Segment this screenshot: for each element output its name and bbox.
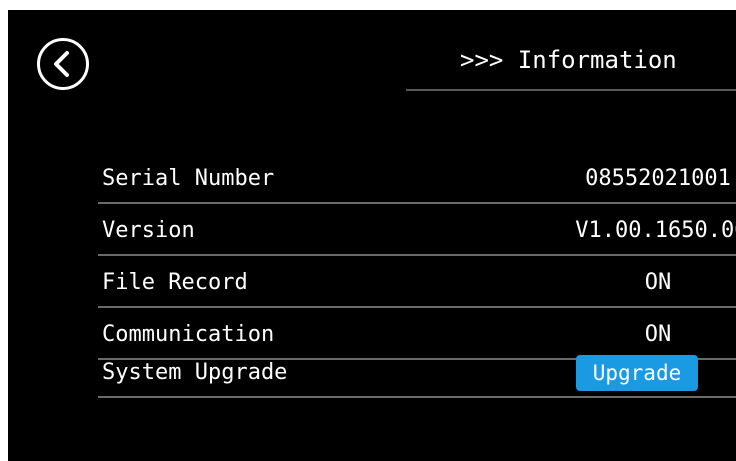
chevron-left-icon xyxy=(54,51,69,77)
back-button[interactable] xyxy=(37,38,89,90)
version-value: V1.00.1650.003 xyxy=(575,218,736,243)
communication-label: Communication xyxy=(102,322,275,347)
communication-value: ON xyxy=(644,322,672,347)
version-row: Version V1.00.1650.003 xyxy=(98,204,736,256)
file-record-label: File Record xyxy=(102,270,248,295)
information-screen: >>> Information Serial Number 0855202100… xyxy=(8,10,736,461)
upgrade-button[interactable]: Upgrade xyxy=(576,355,698,391)
system-upgrade-row: System Upgrade Upgrade xyxy=(98,346,736,398)
serial-number-label: Serial Number xyxy=(102,166,275,191)
serial-number-row: Serial Number 08552021001 xyxy=(98,152,736,204)
file-record-row: File Record ON xyxy=(98,256,736,308)
system-upgrade-label: System Upgrade xyxy=(102,360,288,385)
header-divider xyxy=(406,89,736,91)
row-divider xyxy=(98,396,736,398)
version-label: Version xyxy=(102,218,195,243)
serial-number-value: 08552021001 xyxy=(585,166,731,191)
file-record-value: ON xyxy=(644,270,672,295)
page-title: >>> Information xyxy=(460,46,677,74)
